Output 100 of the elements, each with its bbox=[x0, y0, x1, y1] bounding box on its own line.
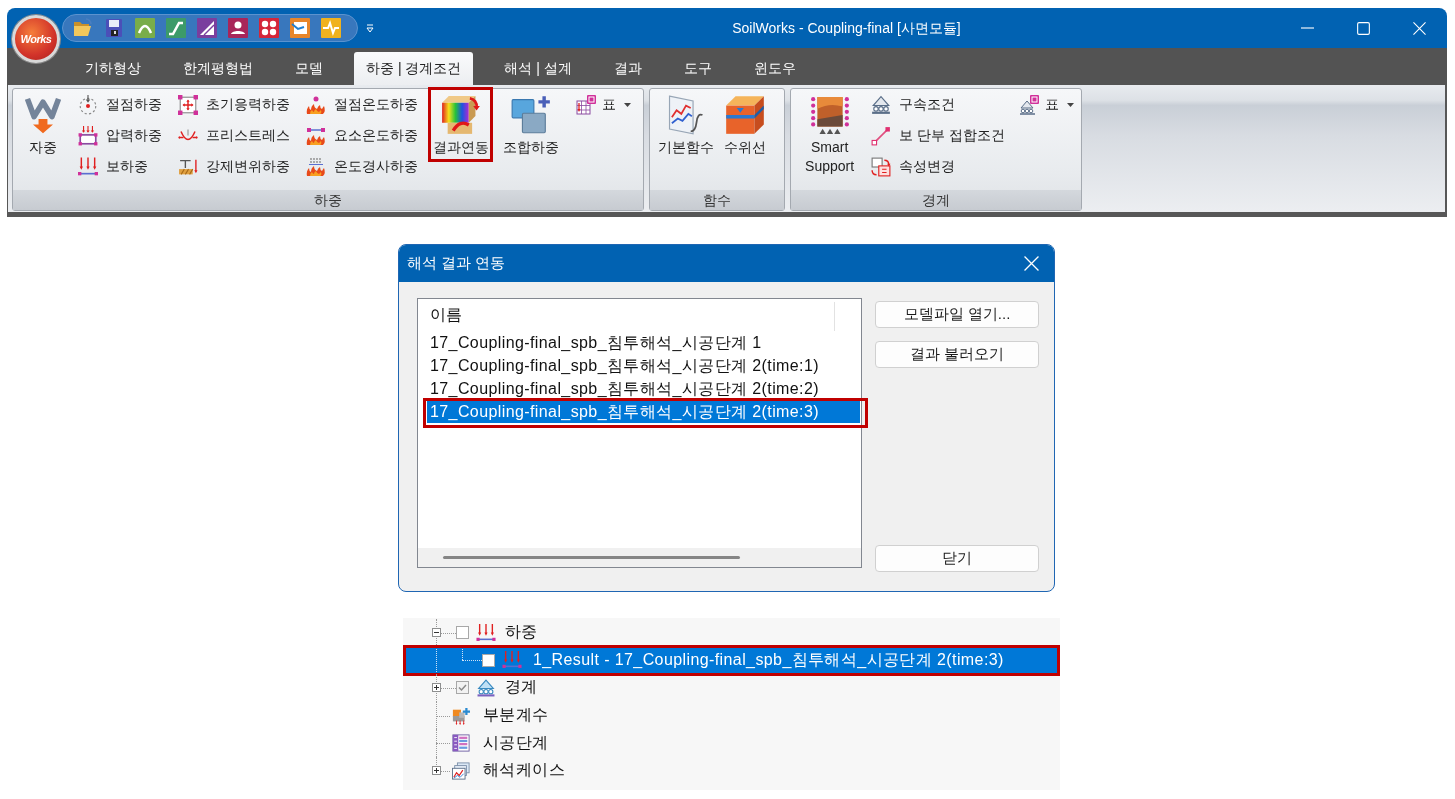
flame-bar-icon bbox=[306, 125, 326, 146]
ribbon-tab[interactable]: 하중 | 경계조건 bbox=[354, 52, 474, 85]
checkbox[interactable] bbox=[456, 626, 469, 640]
expand-toggle[interactable] bbox=[432, 766, 441, 776]
minimize-icon bbox=[1300, 27, 1314, 29]
checkbox[interactable] bbox=[482, 653, 495, 667]
tree-row[interactable]: 해석케이스 bbox=[403, 756, 1060, 785]
table-grid-icon bbox=[576, 94, 596, 115]
ribbon-button[interactable]: 구속조건 bbox=[868, 89, 1008, 120]
tree-row[interactable]: 시공단계 bbox=[403, 729, 1060, 757]
dialog-title: 해석 결과 연동 bbox=[407, 254, 506, 273]
ribbon-tab[interactable]: 결과 bbox=[602, 52, 653, 85]
window-title: SoilWorks - Coupling-final [사면모듈] bbox=[732, 19, 961, 36]
column-header[interactable]: 이름 bbox=[430, 304, 462, 326]
tree-label: 하중 bbox=[505, 622, 538, 643]
ribbon-button[interactable]: 초기응력하중 bbox=[175, 89, 293, 120]
dialog-button[interactable]: 모델파일 열기... bbox=[875, 301, 1039, 328]
tree-label: 해석케이스 bbox=[483, 760, 565, 781]
ribbon-button[interactable]: 보하중 bbox=[75, 151, 165, 182]
tree-row[interactable]: 부분계수 bbox=[403, 701, 1060, 730]
ribbon-button[interactable]: 자중 bbox=[21, 89, 65, 159]
ribbon-tab[interactable]: 해석 | 설계 bbox=[493, 52, 583, 85]
tree-row[interactable]: 하중 bbox=[403, 619, 1060, 647]
arrow-tile-icon[interactable] bbox=[290, 18, 310, 38]
stress-square-icon bbox=[178, 94, 198, 115]
tree-label: 시공단계 bbox=[483, 732, 549, 753]
close-icon bbox=[1023, 256, 1039, 271]
dialog-button[interactable]: 닫기 bbox=[875, 545, 1039, 572]
person-icon[interactable] bbox=[228, 18, 248, 38]
four-dots-icon[interactable] bbox=[259, 18, 279, 38]
pin-support-icon bbox=[871, 94, 892, 115]
ribbon-tab[interactable]: 도구 bbox=[672, 52, 723, 85]
water-level-icon bbox=[725, 95, 765, 135]
group-label: 경계 bbox=[791, 190, 1081, 210]
s-curve-icon[interactable] bbox=[166, 18, 186, 38]
dropdown-button[interactable]: 표 bbox=[573, 89, 634, 120]
beam-end-icon bbox=[871, 125, 892, 146]
tree-label: 경계 bbox=[505, 677, 538, 698]
scrollbar-thumb[interactable] bbox=[443, 556, 740, 559]
swap-boxes-icon bbox=[871, 156, 892, 177]
tree-row[interactable]: 1_Result - 17_Coupling-final_spb_침투해석_시공단계 2(time:3) bbox=[403, 646, 1060, 675]
customize-caret-icon[interactable] bbox=[366, 23, 374, 33]
pulse-icon[interactable] bbox=[321, 18, 341, 38]
tree-label: 부분계수 bbox=[483, 705, 549, 726]
ribbon-button[interactable]: 요소온도하중 bbox=[303, 120, 421, 151]
line-chart-icon bbox=[666, 95, 706, 135]
ribbon-button[interactable]: 절점온도하중 bbox=[303, 89, 421, 120]
ribbon-button[interactable]: 온도경사하중 bbox=[303, 151, 421, 182]
folder-icon[interactable] bbox=[73, 18, 93, 38]
point-load-icon bbox=[78, 94, 98, 115]
logo-text: Works bbox=[20, 33, 52, 45]
close-icon bbox=[1412, 21, 1426, 35]
ribbon-button[interactable]: 조합하중 bbox=[501, 89, 561, 159]
horizontal-scrollbar[interactable] bbox=[418, 548, 861, 567]
slope-icon[interactable] bbox=[197, 18, 217, 38]
collapse-toggle[interactable] bbox=[432, 628, 441, 638]
ribbon-tab[interactable]: 모델 bbox=[284, 52, 334, 85]
support-block-icon bbox=[809, 95, 850, 135]
flame-dots-icon bbox=[306, 156, 326, 177]
group-label: 하중 bbox=[13, 190, 643, 210]
tiles-plus-icon bbox=[511, 95, 551, 135]
list-item[interactable]: 17_Coupling-final_spb_침투해석_시공단계 2(time:2) bbox=[427, 377, 860, 400]
ribbon-tab[interactable]: 기하형상 bbox=[74, 52, 152, 85]
ribbon-button[interactable]: 결과연동 bbox=[431, 89, 491, 159]
ribbon-tab[interactable]: 윈도우 bbox=[742, 52, 807, 85]
ribbon-button[interactable]: 강제변위하중 bbox=[175, 151, 293, 182]
chart-stack-icon bbox=[450, 761, 472, 780]
ribbon-tab[interactable]: 한계평형법 bbox=[172, 52, 264, 85]
tree-row[interactable]: 경계 bbox=[403, 674, 1060, 702]
caret-icon bbox=[1067, 102, 1074, 107]
dropdown-button[interactable]: 표 bbox=[1016, 89, 1077, 120]
ribbon-button[interactable]: 프리스트레스 bbox=[175, 120, 293, 151]
ribbon-button[interactable]: 속성변경 bbox=[868, 151, 1008, 182]
factor-icon bbox=[450, 706, 472, 725]
ribbon-button[interactable]: Smart Support bbox=[797, 89, 863, 178]
app-logo[interactable]: Works bbox=[12, 15, 60, 63]
stage-grid-icon bbox=[450, 734, 472, 753]
ribbon-button[interactable]: 기본함수 bbox=[656, 89, 716, 159]
zigzag-down-arrow-icon bbox=[23, 95, 63, 135]
tree-label: 1_Result - 17_Coupling-final_spb_침투해석_시공단계 2(time:3) bbox=[533, 649, 1004, 670]
ribbon-button[interactable]: 보 단부 접합조건 bbox=[868, 120, 1008, 151]
maximize-icon bbox=[1356, 21, 1370, 35]
distributed-load-icon bbox=[475, 623, 497, 642]
arc-icon[interactable] bbox=[135, 18, 155, 38]
distributed-load-icon bbox=[78, 156, 98, 177]
flame-node-icon bbox=[306, 94, 326, 115]
pressure-load-icon bbox=[78, 125, 98, 146]
list-item[interactable]: 17_Coupling-final_spb_침투해석_시공단계 1 bbox=[427, 331, 860, 354]
distributed-load-icon bbox=[502, 651, 522, 670]
ribbon-button[interactable]: 수위선 bbox=[722, 89, 768, 159]
gradient-block-icon bbox=[441, 95, 481, 135]
checkbox[interactable] bbox=[456, 681, 469, 695]
ribbon-button[interactable]: 압력하중 bbox=[75, 120, 165, 151]
list-item[interactable]: 17_Coupling-final_spb_침투해석_시공단계 2(time:1) bbox=[427, 354, 860, 377]
ribbon-button[interactable]: 절점하중 bbox=[75, 89, 165, 120]
expand-toggle[interactable] bbox=[432, 683, 441, 693]
pin-support-icon bbox=[475, 679, 497, 697]
caret-icon bbox=[624, 102, 631, 107]
support-table-icon bbox=[1019, 94, 1039, 115]
dialog-button[interactable]: 결과 불러오기 bbox=[875, 341, 1039, 368]
